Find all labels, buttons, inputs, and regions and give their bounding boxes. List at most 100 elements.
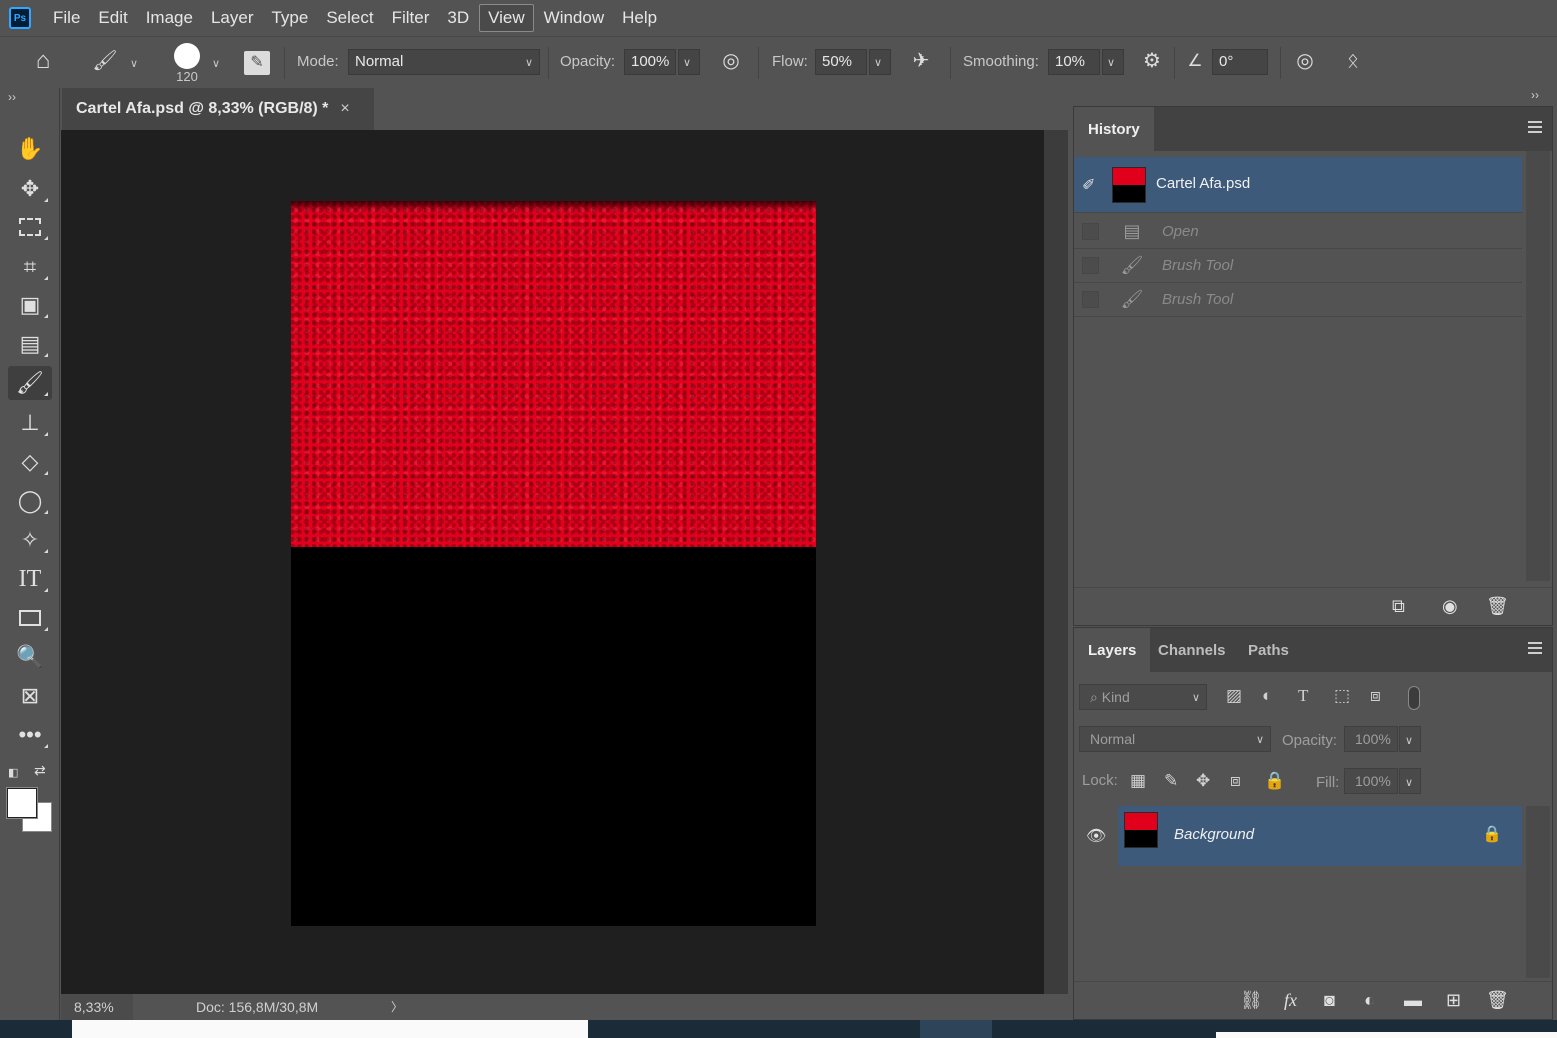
history-step-checkbox[interactable] <box>1082 257 1099 274</box>
tab-layers[interactable]: Layers <box>1074 628 1151 672</box>
symmetry-butterfly-icon[interactable]: ᛟ <box>1338 51 1368 71</box>
menu-edit[interactable]: Edit <box>90 5 135 31</box>
angle-input[interactable]: 0° <box>1212 49 1268 75</box>
status-menu-arrow-icon[interactable]: 〉 <box>391 998 403 1015</box>
filter-pixel-icon[interactable]: ▨ <box>1226 686 1242 706</box>
mode-select[interactable]: Normal ∨ <box>348 49 540 75</box>
close-icon[interactable]: × <box>340 100 349 118</box>
menu-type[interactable]: Type <box>263 5 316 31</box>
marquee-tool-icon[interactable] <box>8 210 52 244</box>
panel-collapse-icon[interactable]: ›› <box>1531 88 1539 102</box>
new-group-folder-icon[interactable]: ▬ <box>1404 990 1422 1011</box>
brush-tool-icon[interactable]: 🖌 <box>8 366 52 400</box>
pressure-opacity-icon[interactable]: ◎ <box>716 51 746 71</box>
healing-brush-tool-icon[interactable]: ▤ <box>8 327 52 361</box>
crop-tool-icon[interactable]: ⌗ <box>8 250 52 284</box>
history-brush-source-icon[interactable]: ✐ <box>1082 175 1095 195</box>
fill-dropdown[interactable]: ∨ <box>1399 768 1421 794</box>
menu-layer[interactable]: Layer <box>203 5 262 31</box>
brush-size-chevron-icon[interactable]: ∨ <box>212 57 220 70</box>
new-layer-icon[interactable]: ⊞ <box>1446 990 1461 1011</box>
menu-select[interactable]: Select <box>318 5 381 31</box>
flow-dropdown[interactable]: ∨ <box>869 49 891 75</box>
home-icon[interactable]: ⌂ <box>28 49 58 73</box>
eye-visibility-icon[interactable]: 👁 <box>1086 826 1106 846</box>
layer-row-background[interactable]: Background 🔒 <box>1118 806 1522 866</box>
tab-channels[interactable]: Channels <box>1144 628 1240 672</box>
frame-tool-icon[interactable]: ▣ <box>8 288 52 322</box>
type-tool-icon[interactable]: IT <box>8 562 52 596</box>
clone-stamp-tool-icon[interactable]: ⊥ <box>8 406 52 440</box>
lasso-tool-icon[interactable]: ◯ <box>8 484 52 518</box>
lock-transparent-pixels-icon[interactable]: ▦ <box>1130 771 1146 791</box>
history-step-checkbox[interactable] <box>1082 291 1099 308</box>
layers-scrollbar[interactable] <box>1526 806 1550 978</box>
menu-window[interactable]: Window <box>536 5 612 31</box>
smoothing-dropdown[interactable]: ∨ <box>1102 49 1124 75</box>
layer-opacity-dropdown[interactable]: ∨ <box>1399 726 1421 752</box>
canvas-black-region[interactable] <box>291 547 816 926</box>
frame-x-tool-icon[interactable]: ⊠ <box>8 679 52 713</box>
gear-icon[interactable]: ⚙ <box>1138 51 1166 71</box>
history-snapshot[interactable]: ✐ Cartel Afa.psd <box>1074 157 1522 213</box>
menu-file[interactable]: File <box>45 5 88 31</box>
layer-lock-icon[interactable]: 🔒 <box>1482 824 1502 844</box>
lock-all-icon[interactable]: 🔒 <box>1264 771 1285 791</box>
menu-image[interactable]: Image <box>138 5 201 31</box>
taskbar-search-box[interactable] <box>72 1020 588 1038</box>
brush-size-preview-icon[interactable] <box>174 43 200 69</box>
toolbar-collapse-icon[interactable]: ›› <box>8 90 16 104</box>
default-colors-icon[interactable]: ◧ <box>8 766 18 779</box>
fill-input[interactable]: 100% <box>1344 768 1398 794</box>
lock-artboard-icon[interactable]: ⧈ <box>1230 771 1241 791</box>
zoom-tool-icon[interactable]: 🔍 <box>8 640 52 674</box>
opacity-dropdown[interactable]: ∨ <box>678 49 700 75</box>
filter-type-icon[interactable]: T <box>1298 686 1308 706</box>
brush-preset-chevron-icon[interactable]: ∨ <box>130 57 138 70</box>
magic-wand-tool-icon[interactable]: ✧ <box>8 523 52 557</box>
opacity-input[interactable]: 100% <box>624 49 676 75</box>
history-panel-menu-icon[interactable] <box>1528 121 1542 133</box>
filter-smart-object-icon[interactable]: ⧈ <box>1370 686 1381 706</box>
history-step[interactable]: ▤ Open <box>1074 215 1522 249</box>
more-tools-icon[interactable]: ••• <box>8 718 52 752</box>
tab-history[interactable]: History <box>1074 107 1154 151</box>
taskbar-active-app[interactable] <box>920 1020 992 1038</box>
add-mask-icon[interactable]: ◙ <box>1324 990 1335 1011</box>
zoom-level-field[interactable]: 8,33% <box>61 994 133 1020</box>
menu-filter[interactable]: Filter <box>384 5 438 31</box>
lock-position-icon[interactable]: ✥ <box>1196 771 1210 791</box>
airbrush-icon[interactable]: ✈ <box>906 51 936 71</box>
lock-image-pixels-icon[interactable]: ✎ <box>1164 771 1178 791</box>
menu-help[interactable]: Help <box>614 5 665 31</box>
trash-icon[interactable]: 🗑 <box>1486 596 1509 617</box>
layer-filter-kind-select[interactable]: ⌕ Kind ∨ <box>1079 684 1207 710</box>
filter-shape-icon[interactable]: ⬚ <box>1334 686 1350 706</box>
canvas-red-texture-region[interactable] <box>291 201 816 547</box>
camera-icon[interactable]: ◉ <box>1442 596 1458 617</box>
delete-layer-trash-icon[interactable]: 🗑 <box>1486 990 1509 1011</box>
menu-view[interactable]: View <box>479 4 534 32</box>
tab-paths[interactable]: Paths <box>1234 628 1303 672</box>
history-scrollbar[interactable] <box>1526 151 1550 581</box>
layer-style-fx-icon[interactable]: fx <box>1284 990 1297 1011</box>
move-tool-icon[interactable]: ✥ <box>8 172 52 206</box>
swap-colors-icon[interactable]: ⇄ <box>34 762 46 779</box>
layer-name[interactable]: Background <box>1174 826 1254 843</box>
brush-preset-icon[interactable]: 🖌 <box>92 51 118 71</box>
smoothing-input[interactable]: 10% <box>1048 49 1100 75</box>
layer-blend-mode-select[interactable]: Normal ∨ <box>1079 726 1271 752</box>
foreground-color-swatch[interactable] <box>7 788 37 818</box>
filter-adjustment-icon[interactable]: ◐ <box>1262 686 1272 706</box>
eraser-tool-icon[interactable]: ◇ <box>8 445 52 479</box>
brush-settings-panel-icon[interactable]: ✎ <box>244 51 270 75</box>
hand-tool-icon[interactable]: ✋ <box>8 132 52 166</box>
layer-opacity-input[interactable]: 100% <box>1344 726 1398 752</box>
menu-3d[interactable]: 3D <box>439 5 477 31</box>
rectangle-tool-icon[interactable] <box>8 601 52 635</box>
new-document-from-state-icon[interactable]: ⧉ <box>1392 596 1405 617</box>
document-tab[interactable]: Cartel Afa.psd @ 8,33% (RGB/8) * × <box>62 88 374 130</box>
adjustment-layer-icon[interactable]: ◐ <box>1364 990 1375 1011</box>
history-step[interactable]: 🖌 Brush Tool <box>1074 249 1522 283</box>
history-step[interactable]: 🖌 Brush Tool <box>1074 283 1522 317</box>
